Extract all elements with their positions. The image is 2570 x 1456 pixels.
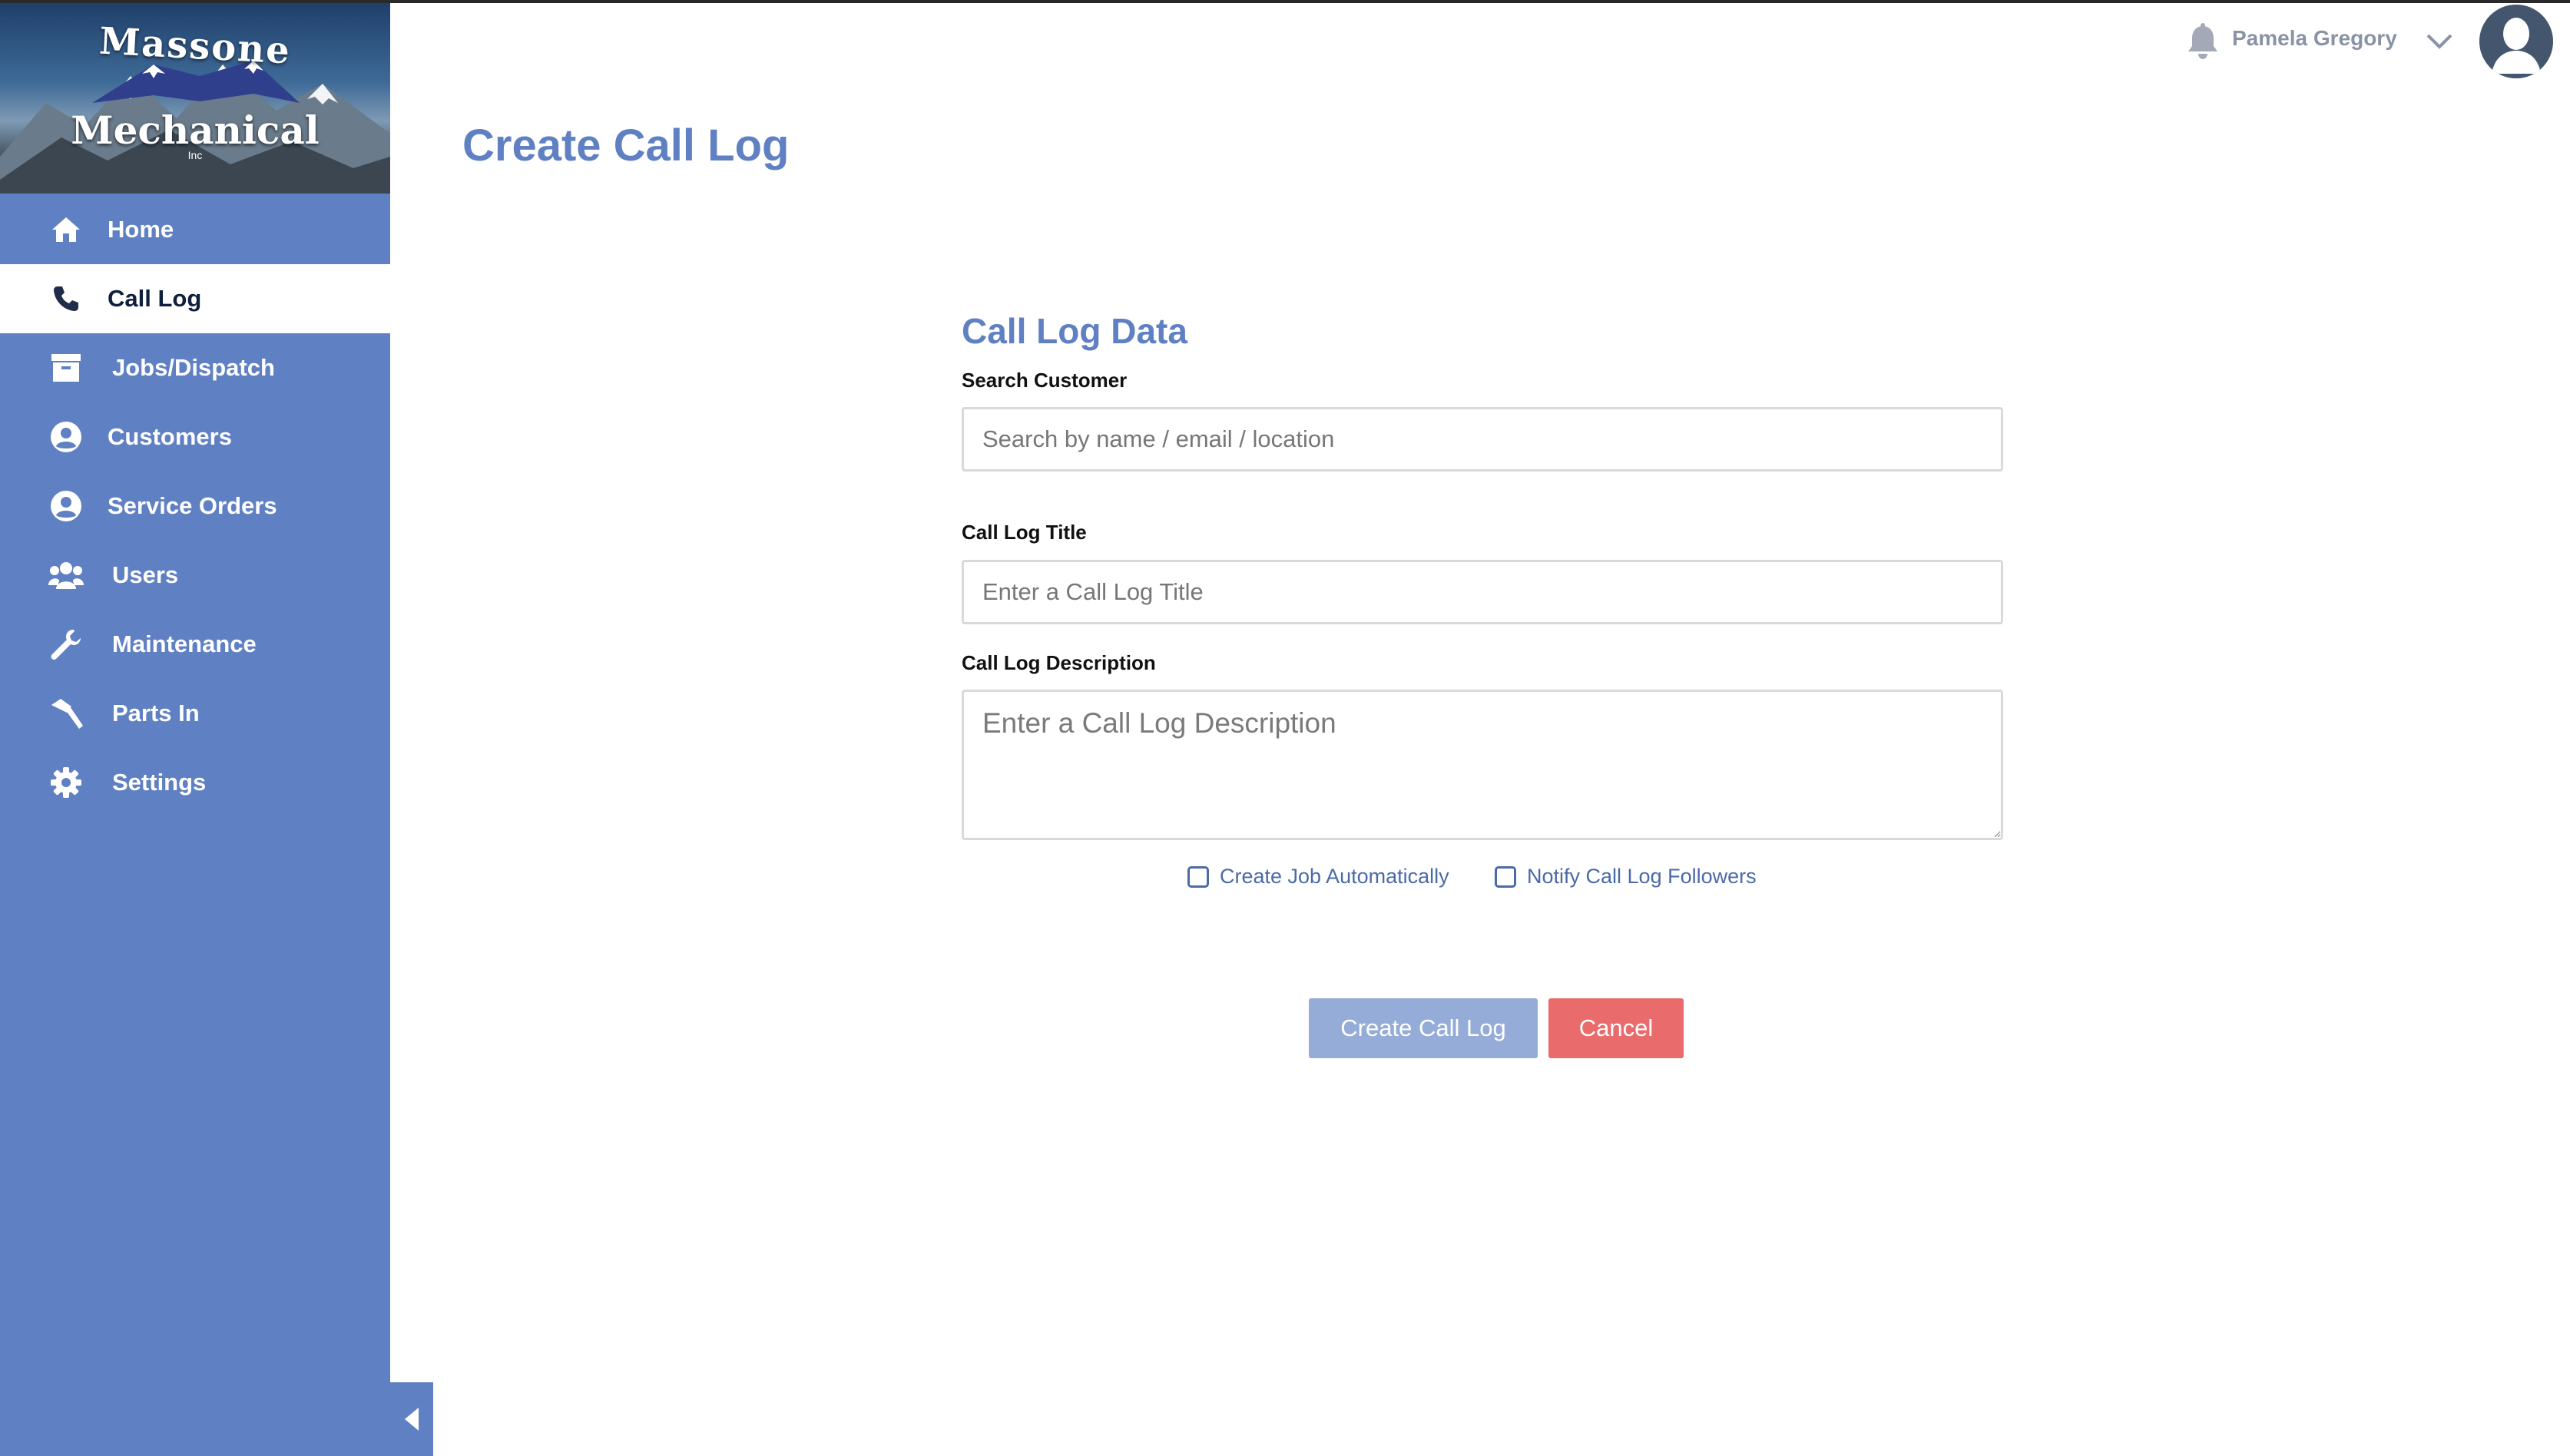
chevron-down-icon[interactable] — [2426, 29, 2453, 52]
notify-followers-checkbox-row[interactable]: Notify Call Log Followers — [1495, 865, 1757, 888]
phone-icon — [48, 280, 84, 317]
create-job-checkbox-row[interactable]: Create Job Automatically — [1187, 865, 1449, 888]
call-log-title-input[interactable] — [962, 560, 2003, 624]
company-logo[interactable]: Massone Mechanical Inc — [0, 3, 390, 194]
user-circle-icon — [48, 488, 84, 524]
page-title: Create Call Log — [462, 121, 790, 170]
logo-text-suffix: Inc — [187, 149, 203, 161]
create-job-checkbox[interactable] — [1187, 865, 1209, 888]
sidebar: Massone Mechanical Inc Home Call Log Job… — [0, 3, 390, 1456]
user-name[interactable]: Pamela Gregory — [2232, 26, 2397, 51]
search-customer-label: Search Customer — [962, 369, 1128, 392]
sidebar-item-service-orders[interactable]: Service Orders — [0, 472, 390, 541]
logo-text-main: Mechanical — [71, 108, 320, 153]
sidebar-item-label: Home — [108, 216, 174, 243]
sidebar-item-settings[interactable]: Settings — [0, 748, 390, 817]
create-job-label[interactable]: Create Job Automatically — [1220, 865, 1449, 888]
notify-followers-checkbox[interactable] — [1495, 865, 1516, 888]
sidebar-item-home[interactable]: Home — [0, 195, 390, 264]
avatar[interactable] — [2479, 5, 2553, 78]
notification-bell-icon[interactable] — [2186, 23, 2220, 60]
sidebar-item-label: Service Orders — [108, 492, 277, 519]
hammer-icon — [48, 695, 84, 732]
create-call-log-button[interactable]: Create Call Log — [1309, 998, 1538, 1058]
call-log-description-textarea[interactable] — [962, 690, 2003, 840]
sidebar-item-call-log[interactable]: Call Log — [0, 264, 390, 333]
gear-icon — [48, 764, 84, 801]
sidebar-item-customers[interactable]: Customers — [0, 402, 390, 472]
sidebar-item-label: Call Log — [108, 285, 202, 312]
sidebar-item-label: Parts In — [112, 700, 200, 726]
sidebar-item-label: Settings — [112, 769, 207, 796]
call-log-description-label: Call Log Description — [962, 651, 1156, 674]
wrench-icon — [48, 626, 84, 663]
home-icon — [48, 211, 84, 248]
search-customer-input[interactable] — [962, 407, 2003, 472]
cancel-button[interactable]: Cancel — [1548, 998, 1684, 1058]
sidebar-item-label: Users — [112, 561, 179, 588]
sidebar-item-label: Maintenance — [112, 630, 257, 657]
caret-left-icon — [405, 1408, 419, 1431]
sidebar-item-label: Jobs/Dispatch — [112, 354, 275, 381]
user-circle-icon — [48, 419, 84, 455]
sidebar-item-users[interactable]: Users — [0, 541, 390, 610]
sidebar-item-jobs-dispatch[interactable]: Jobs/Dispatch — [0, 333, 390, 402]
sidebar-collapse-button[interactable] — [390, 1382, 433, 1456]
notify-followers-label[interactable]: Notify Call Log Followers — [1527, 865, 1757, 888]
section-title: Call Log Data — [962, 311, 1187, 351]
sidebar-item-maintenance[interactable]: Maintenance — [0, 610, 390, 679]
sidebar-item-parts-in[interactable]: Parts In — [0, 679, 390, 748]
sidebar-item-label: Customers — [108, 423, 232, 450]
archive-box-icon — [48, 349, 84, 386]
users-icon — [48, 557, 84, 594]
sidebar-nav: Home Call Log Jobs/Dispatch Customers Se… — [0, 195, 390, 817]
call-log-title-label: Call Log Title — [962, 521, 1087, 544]
